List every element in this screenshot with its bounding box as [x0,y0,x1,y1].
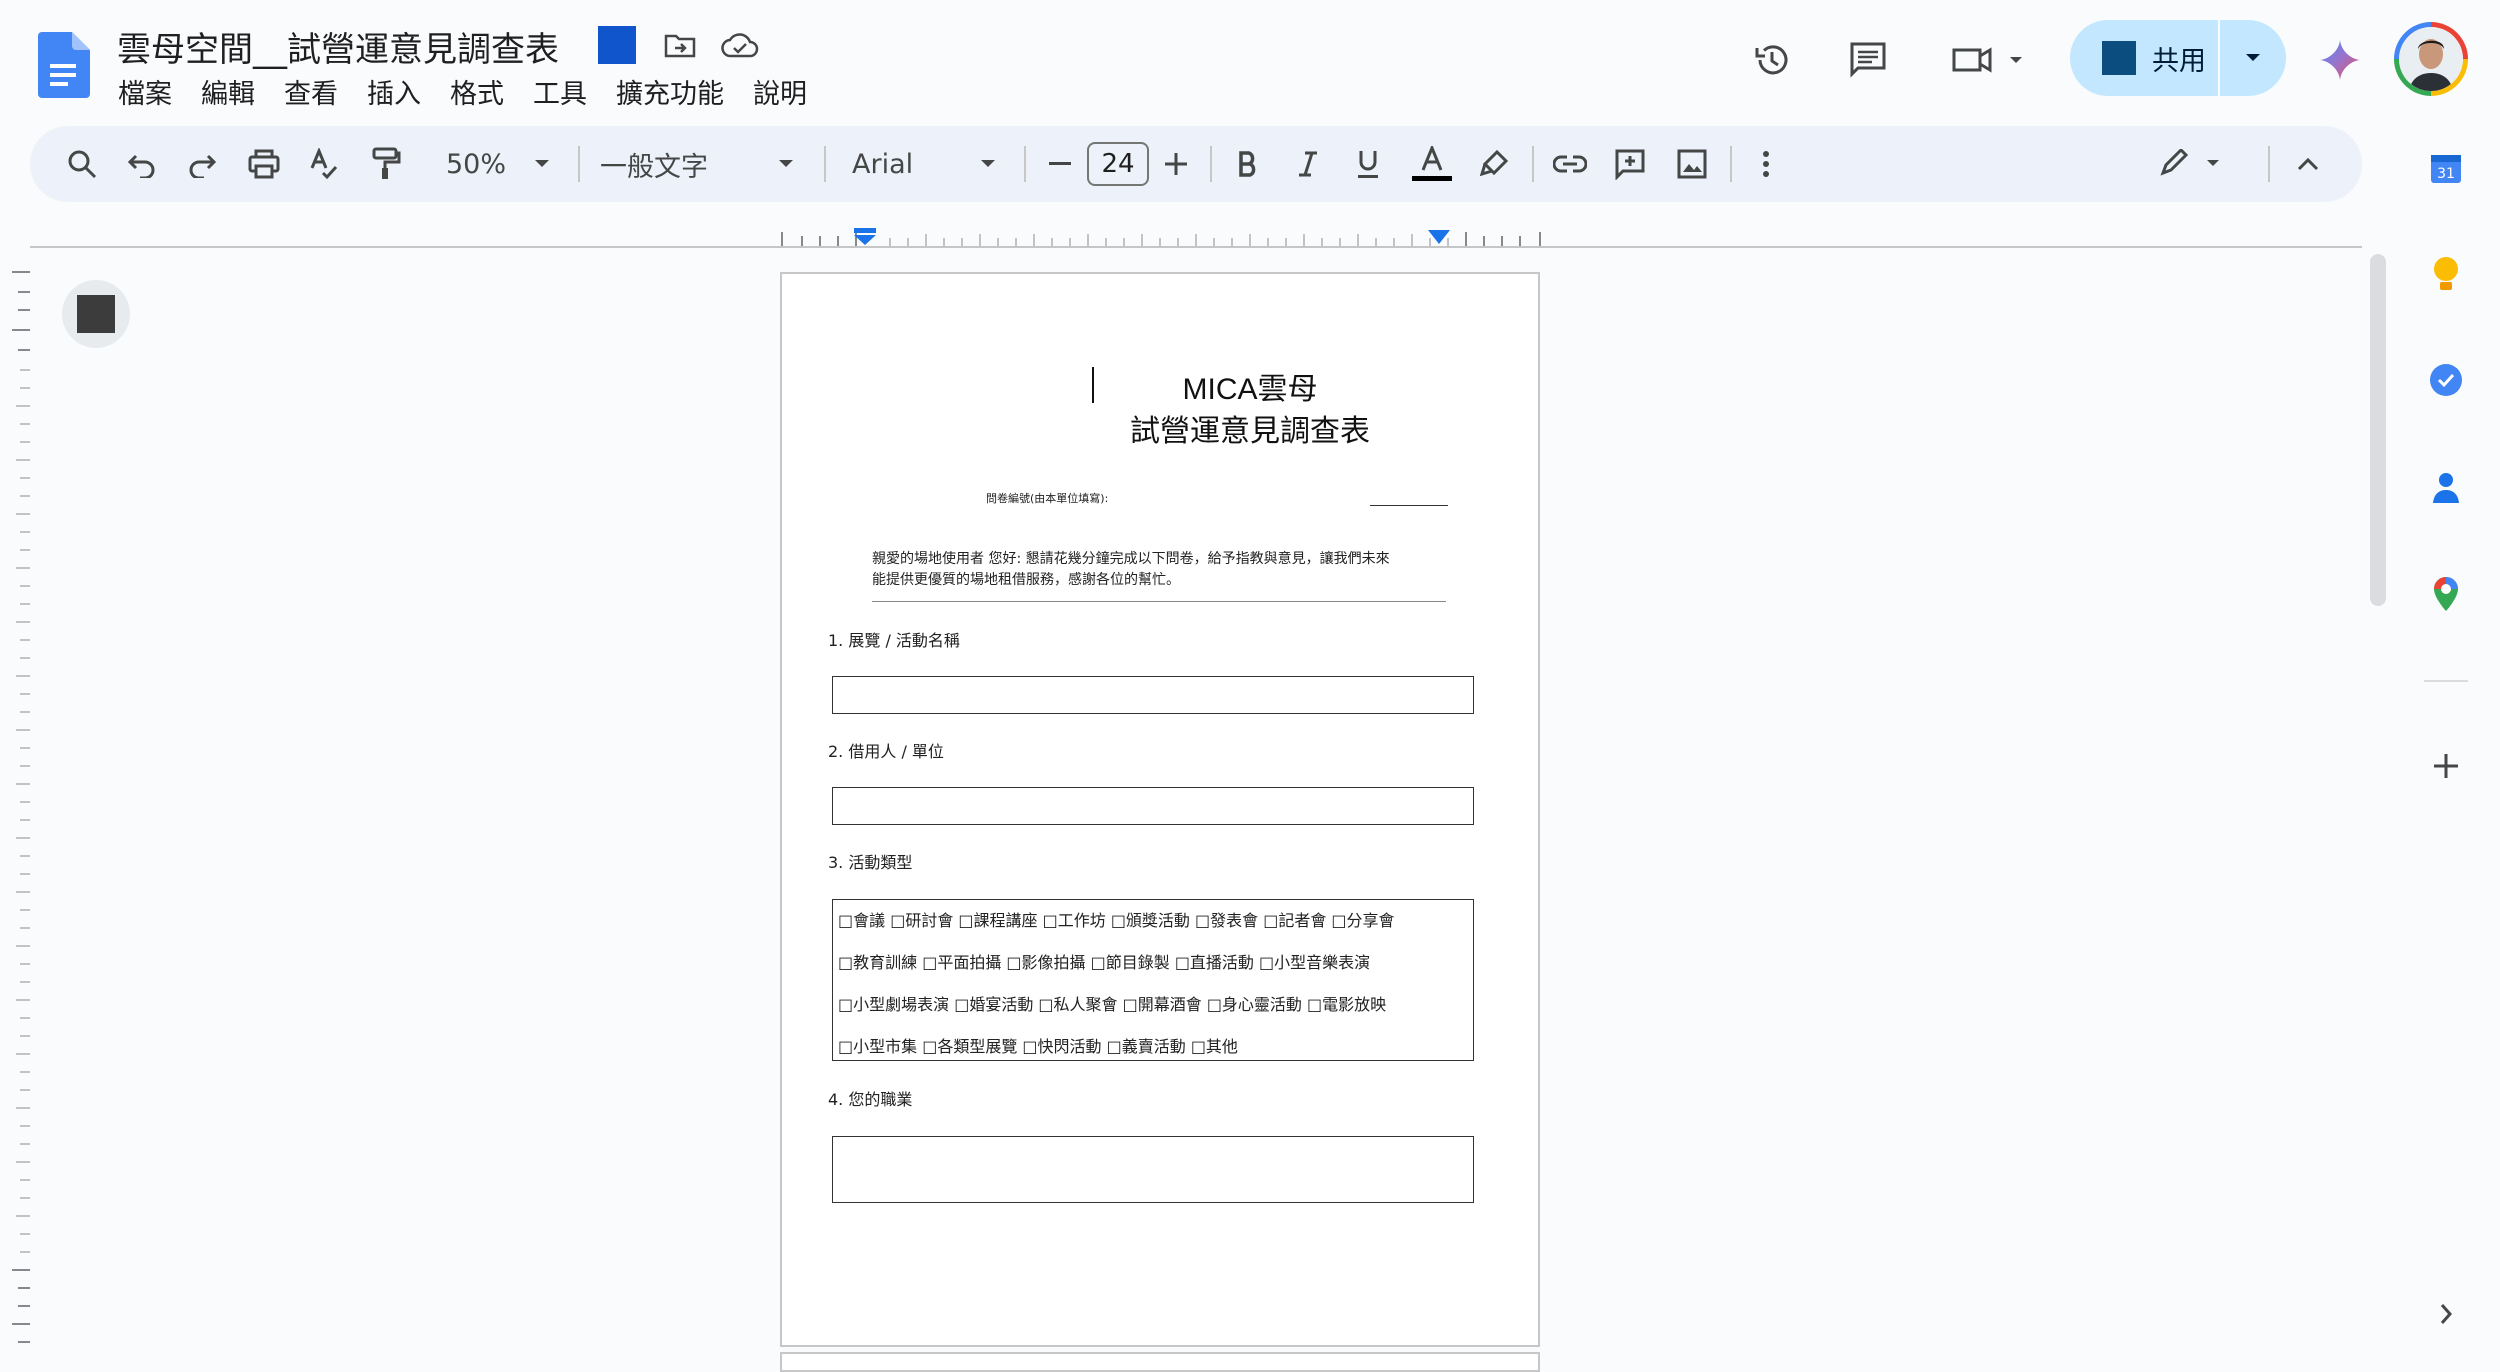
paint-format-icon[interactable] [364,126,408,202]
question-3-label: 3. 活動類型 [828,853,913,872]
font-size-input[interactable]: 24 [1087,142,1149,186]
insert-link-icon[interactable] [1548,126,1592,202]
print-icon[interactable] [242,126,286,202]
share-button[interactable]: 共用 [2070,20,2286,96]
lock-square-icon [2102,41,2136,75]
doc-title-line1: MICA雲母 [1182,373,1318,406]
increase-font-size-icon[interactable] [1156,126,1196,202]
intro-line-1: 親愛的場地使用者 您好: 懇請花幾分鐘完成以下問卷，給予指教與意見，讓我們未來 [872,551,1390,567]
questionnaire-number-label: 問卷編號(由本單位填寫): [986,492,1109,505]
question-4-label: 4. 您的職業 [828,1090,913,1109]
font-size-input-wrap[interactable]: 24 [1086,126,1150,202]
question-2-label: 2. 借用人 / 單位 [828,742,944,761]
svg-text:31: 31 [2437,166,2455,182]
question-3-options-row-1[interactable]: □會議 □研討會 □課程講座 □工作坊 □頒獎活動 □發表會 □記者會 □分享會 [838,907,1395,931]
font-dropdown-icon[interactable] [972,126,1004,202]
version-history-icon[interactable] [1748,36,1796,84]
menu-view[interactable]: 查看 [284,72,338,111]
insert-image-icon[interactable] [1670,126,1714,202]
calendar-icon[interactable]: 31 [2424,146,2468,190]
document-page-next[interactable] [780,1352,1540,1372]
add-comment-icon[interactable] [1608,126,1652,202]
undo-icon[interactable] [120,126,164,202]
document-title[interactable]: 雲母空間__試營運意見調查表 [117,22,559,71]
hide-menus-icon[interactable] [2286,126,2330,202]
question-1-answer-box[interactable] [832,676,1474,714]
questionnaire-number-line [1370,505,1448,506]
keep-icon[interactable] [2424,252,2468,296]
horizontal-ruler[interactable] [780,228,1542,246]
comments-icon[interactable] [1844,36,1892,84]
account-avatar[interactable] [2394,22,2468,96]
question-3-options-row-4[interactable]: □小型市集 □各類型展覽 □快閃活動 □義賣活動 □其他 [838,1033,1238,1057]
italic-icon[interactable] [1286,126,1330,202]
contacts-icon[interactable] [2424,466,2468,510]
share-main-button[interactable]: 共用 [2070,20,2220,96]
font-family-select[interactable]: Arial [852,126,932,202]
text-color-icon[interactable] [1408,126,1456,202]
chevron-down-icon [2246,54,2260,61]
menu-file[interactable]: 檔案 [118,72,172,111]
redo-icon[interactable] [180,126,224,202]
doc-title-line2: 試營運意見調查表 [1130,415,1370,448]
editing-mode-icon[interactable] [2154,126,2230,202]
share-label: 共用 [2152,45,2206,77]
decrease-font-size-icon[interactable] [1040,126,1080,202]
menu-format[interactable]: 格式 [450,72,504,111]
add-addon-icon[interactable] [2424,744,2468,788]
question-2-answer-box[interactable] [832,787,1474,825]
share-dropdown-button[interactable] [2220,52,2286,64]
menu-extensions[interactable]: 擴充功能 [616,72,724,111]
style-dropdown-icon[interactable] [770,126,802,202]
intro-line-2: 能提供更優質的場地租借服務，感謝各位的幫忙。 [872,572,1180,588]
highlight-color-icon[interactable] [1472,126,1516,202]
menu-tools[interactable]: 工具 [533,72,587,111]
spellcheck-icon[interactable] [302,126,346,202]
side-panel-divider [2424,680,2468,682]
paragraph-style-select[interactable]: 一般文字 [600,126,720,202]
zoom-value[interactable]: 50% [434,126,518,202]
question-3-options-row-2[interactable]: □教育訓練 □平面拍攝 □影像拍攝 □節目錄製 □直播活動 □小型音樂表演 [838,949,1370,973]
move-folder-icon[interactable] [660,28,700,64]
menu-help[interactable]: 說明 [753,72,807,111]
cloud-saved-icon[interactable] [718,28,762,64]
menu-insert[interactable]: 插入 [367,72,421,111]
question-3-options-row-3[interactable]: □小型劇場表演 □婚宴活動 □私人聚會 □開幕酒會 □身心靈活動 □電影放映 [838,991,1386,1015]
menu-bar: 檔案 編輯 查看 插入 格式 工具 擴充功能 說明 [118,72,836,111]
question-1-label: 1. 展覽 / 活動名稱 [828,631,960,650]
meet-icon[interactable] [1948,36,2028,84]
underline-icon[interactable] [1346,126,1390,202]
show-side-panel-icon[interactable] [2424,1292,2468,1336]
document-outline-button[interactable] [62,280,130,348]
more-options-icon[interactable] [1746,126,1786,202]
intro-divider [872,601,1446,602]
question-4-answer-box[interactable] [832,1136,1474,1203]
color-square-icon [598,26,636,64]
maps-icon[interactable] [2424,572,2468,616]
gemini-icon[interactable] [2316,36,2364,84]
bold-icon[interactable] [1226,126,1270,202]
intro-paragraph: 親愛的場地使用者 您好: 懇請花幾分鐘完成以下問卷，給予指教與意見，讓我們未來 … [872,549,1452,591]
search-menus-icon[interactable] [58,126,106,202]
zoom-dropdown-icon[interactable] [526,126,558,202]
formatting-toolbar: 50% 一般文字 Arial 24 [30,126,2362,202]
outline-icon [77,295,115,333]
ruler-divider [30,246,2362,248]
menu-edit[interactable]: 編輯 [201,72,255,111]
docs-logo-icon[interactable] [38,32,90,98]
